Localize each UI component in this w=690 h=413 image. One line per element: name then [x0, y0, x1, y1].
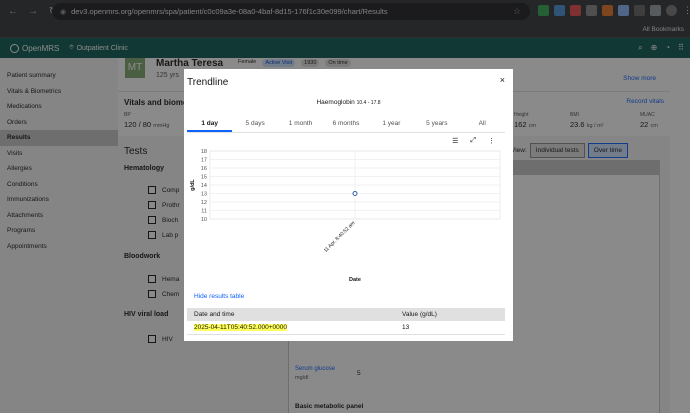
y-tick-label: 11	[201, 209, 207, 215]
y-tick-label: 15	[201, 175, 207, 181]
overflow-menu-icon[interactable]: ⋮	[488, 137, 495, 145]
table-header: Date and time Value (g/dL)	[187, 308, 505, 321]
result-datetime: 2025-04-11T05:40:52.000+0000	[194, 324, 287, 331]
column-header-value: Value (g/dL)	[402, 311, 437, 318]
y-tick-label: 14	[201, 183, 207, 189]
column-header-date: Date and time	[194, 311, 235, 318]
y-tick-label: 17	[201, 158, 207, 164]
y-tick-label: 10	[201, 217, 207, 223]
chart-heading: Haemoglobin 10.4 - 17.8	[184, 99, 513, 106]
tab-1-year[interactable]: 1 year	[369, 115, 414, 132]
x-axis-label: Date	[349, 277, 361, 283]
trendline-chart: 10 11 12 13 14 15 16 17 18 11 Apr, 8:40:52 am g/dL…	[190, 149, 501, 283]
y-tick-label: 18	[201, 149, 207, 155]
table-row: 2025-04-11T05:40:52.000+0000 13	[187, 321, 505, 335]
hide-results-table-link[interactable]: Hide results table	[194, 293, 244, 300]
data-point	[352, 191, 358, 196]
trendline-modal: Trendline × Haemoglobin 10.4 - 17.8 1 da…	[184, 69, 513, 341]
expand-icon[interactable]: ⤢	[470, 137, 476, 145]
x-tick-label: 11 Apr, 8:40:52 am	[323, 220, 357, 254]
reference-range: 10.4 - 17.8	[356, 100, 381, 106]
modal-title: Trendline	[187, 77, 229, 88]
y-tick-label: 12	[201, 200, 207, 206]
results-table: Date and time Value (g/dL) 2025-04-11T05…	[187, 308, 505, 335]
tab-6-months[interactable]: 6 months	[323, 115, 368, 132]
tab-all[interactable]: All	[460, 115, 505, 132]
chart-test-name: Haemoglobin	[316, 99, 355, 106]
close-icon[interactable]: ×	[500, 75, 505, 85]
y-tick-label: 16	[201, 166, 207, 172]
table-view-icon[interactable]: ☰	[452, 137, 458, 145]
tab-5-days[interactable]: 5 days	[232, 115, 277, 132]
tab-5-years[interactable]: 5 years	[414, 115, 459, 132]
y-tick-label: 13	[201, 192, 207, 198]
result-value: 13	[402, 324, 410, 331]
chart-toolbar: ☰ ⤢ ⋮	[452, 137, 495, 145]
y-axis-label: g/dL	[190, 179, 196, 191]
range-tabs: 1 day 5 days 1 month 6 months 1 year 5 y…	[187, 115, 505, 133]
tab-1-month[interactable]: 1 month	[278, 115, 323, 132]
tab-1-day[interactable]: 1 day	[187, 115, 233, 132]
